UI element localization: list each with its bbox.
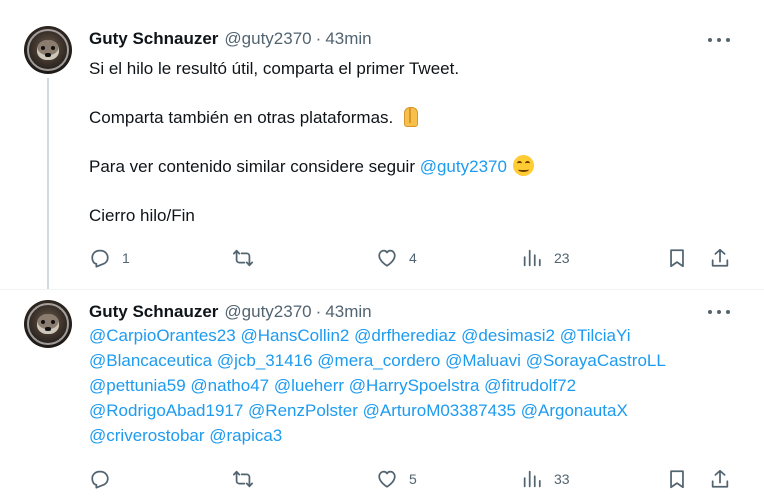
like-count: 5 [409,471,417,487]
dog-eye [41,320,45,324]
thread-line [47,78,49,290]
tweet-header: Guty Schnauzer @guty2370 · 43min [89,302,372,322]
reply-icon [91,470,109,489]
reply-button[interactable] [89,466,122,492]
bookmark-button[interactable] [666,466,688,492]
mention-link[interactable]: @jcb_31416 [217,351,313,370]
views-icon [523,249,541,267]
folded-hands-emoji-icon [399,105,421,127]
mention-link[interactable]: @CarpioOrantes23 [89,326,236,345]
reply-button[interactable]: 1 [89,245,130,271]
mention-link[interactable]: @guty2370 [420,157,507,176]
mention-link[interactable]: @RenzPolster [248,401,358,420]
tweet-header: Guty Schnauzer @guty2370 · 43min [89,29,372,49]
mention-link[interactable]: @SorayaCastroLL [526,351,666,370]
dog-nose [45,327,51,331]
mention-link[interactable]: @rapica3 [209,426,282,445]
views-count: 23 [554,250,570,266]
mention-link[interactable]: @Blancaceutica [89,351,212,370]
like-button[interactable]: 5 [376,466,417,492]
separator-dot: · [315,302,322,321]
mention-link[interactable]: @mera_cordero [317,351,440,370]
mention-line: @pettunia59 @natho47 @lueherr @HarrySpoe… [89,373,666,398]
tweet-line: Para ver contenido similar considere seg… [89,154,534,179]
more-icon[interactable] [708,302,730,322]
author-handle[interactable]: @guty2370 [224,29,311,49]
mention-link[interactable]: @fitrudolf72 [484,376,576,395]
tweet-text: @CarpioOrantes23 @HansCollin2 @drfheredi… [89,323,666,448]
like-count: 4 [409,250,417,266]
share-icon [711,469,729,488]
tweet-line: Comparta también en otras plataformas. [89,105,534,130]
heart-icon [378,470,396,488]
dog-eye [51,320,55,324]
author-name[interactable]: Guty Schnauzer [89,29,218,49]
retweet-button[interactable] [232,466,265,492]
mention-link[interactable]: @HansCollin2 [240,326,349,345]
like-button[interactable]: 4 [376,245,417,271]
share-button[interactable] [709,245,731,271]
mention-link[interactable]: @criverostobar [89,426,205,445]
tweet-line: Cierro hilo/Fin [89,206,195,225]
mention-link[interactable]: @TilciaYi [560,326,631,345]
bookmark-icon [670,249,684,268]
author-handle[interactable]: @guty2370 [224,302,311,322]
share-button[interactable] [709,466,731,492]
action-bar: 1 4 23 [89,245,741,271]
retweet-button[interactable] [232,245,265,271]
dog-eye [41,46,45,50]
mention-link[interactable]: @desimasi2 [461,326,555,345]
views-icon [523,470,541,488]
dog-nose [45,53,51,57]
mention-link[interactable]: @ArturoM03387435 [363,401,516,420]
share-icon [711,248,729,267]
retweet-icon [232,249,254,267]
dog-face [37,314,59,334]
timestamp[interactable]: 43min [325,29,371,49]
reply-icon [91,249,109,268]
mention-line: @criverostobar @rapica3 [89,423,666,448]
mention-line: @CarpioOrantes23 @HansCollin2 @drfheredi… [89,323,666,348]
mention-link[interactable]: @pettunia59 [89,376,186,395]
bookmark-icon [670,470,684,489]
timestamp[interactable]: 43min [325,302,371,322]
action-bar: 5 33 [89,466,741,492]
tweet-text: Si el hilo le resultó útil, comparta el … [89,56,534,228]
smiling-face-emoji-icon [512,155,534,176]
retweet-icon [232,470,254,488]
tweet[interactable]: Guty Schnauzer @guty2370 · 43min @Carpio… [0,290,764,502]
author-name[interactable]: Guty Schnauzer [89,302,218,322]
more-icon[interactable] [708,30,730,50]
mention-link[interactable]: @RodrigoAbad1917 [89,401,243,420]
mention-link[interactable]: @natho47 [190,376,269,395]
dog-face [37,40,59,60]
avatar[interactable] [24,26,72,74]
mention-link[interactable]: @HarrySpoelstra [349,376,480,395]
tweet-line: Si el hilo le resultó útil, comparta el … [89,59,460,78]
mention-line: @Blancaceutica @jcb_31416 @mera_cordero … [89,348,666,373]
mention-link[interactable]: @Maluavi [445,351,521,370]
mention-link[interactable]: @lueherr [274,376,344,395]
avatar[interactable] [24,300,72,348]
views-button[interactable]: 33 [521,466,570,492]
views-count: 33 [554,471,570,487]
reply-count: 1 [122,250,130,266]
tweet[interactable]: Guty Schnauzer @guty2370 · 43min Si el h… [0,0,764,290]
mention-link[interactable]: @ArgonautaX [521,401,628,420]
mention-link[interactable]: @drfherediaz [354,326,456,345]
separator-dot: · [315,29,322,48]
bookmark-button[interactable] [666,245,688,271]
dog-eye [51,46,55,50]
views-button[interactable]: 23 [521,245,570,271]
heart-icon [378,249,396,267]
mention-line: @RodrigoAbad1917 @RenzPolster @ArturoM03… [89,398,666,423]
